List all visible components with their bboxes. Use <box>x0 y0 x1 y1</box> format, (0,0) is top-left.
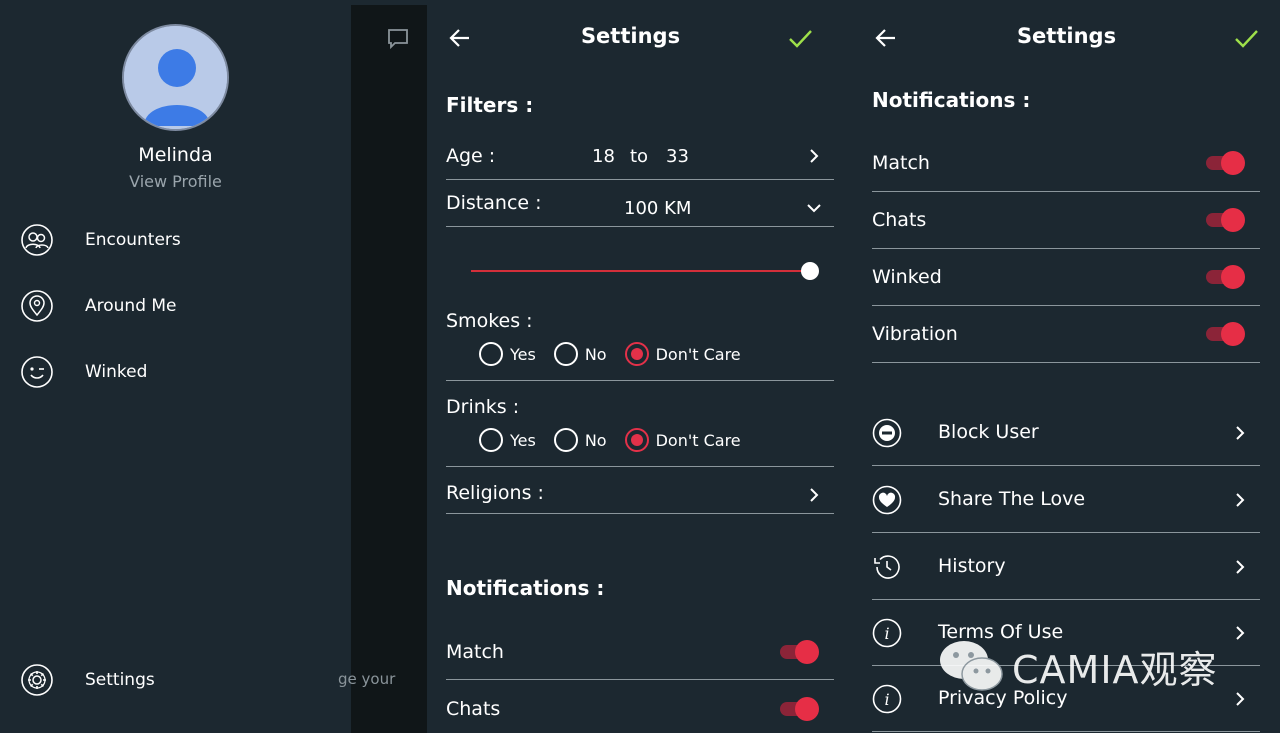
chevron-right-icon <box>1236 493 1245 507</box>
age-row[interactable]: Age : 18 to 33 <box>446 134 834 180</box>
menu-item-winked[interactable]: Winked <box>20 352 330 392</box>
chats-toggle[interactable] <box>1206 207 1245 232</box>
wink-face-icon <box>21 356 53 388</box>
toggle-knob <box>1221 151 1245 175</box>
menu-item-around-me[interactable]: Around Me <box>20 286 330 326</box>
menu-item-encounters[interactable]: Encounters <box>20 220 330 260</box>
menu-label: Encounters <box>85 230 181 250</box>
notification-label: Vibration <box>872 323 958 345</box>
toggle-knob <box>795 640 819 664</box>
page-title: Settings <box>1016 24 1117 48</box>
winked-toggle[interactable] <box>1206 264 1245 289</box>
smokes-divider <box>446 335 834 381</box>
page-title: Settings <box>580 24 681 48</box>
chevron-right-icon <box>810 488 819 502</box>
age-to: to <box>630 146 649 167</box>
watermark: CAMIA观察 <box>938 638 1218 694</box>
religions-label: Religions : <box>446 482 544 504</box>
age-label: Age : <box>446 145 496 167</box>
notification-row-vibration: Vibration <box>872 316 1260 363</box>
watermark-text: CAMIA观察 <box>1012 647 1218 692</box>
age-min: 18 <box>592 146 615 167</box>
religions-row[interactable]: Religions : <box>446 468 834 514</box>
menu-item-settings[interactable]: Settings <box>20 660 330 700</box>
toggle-knob <box>1221 265 1245 289</box>
app-bar: Settings <box>427 0 834 75</box>
location-pin-icon <box>21 290 53 322</box>
chevron-right-icon <box>1236 692 1245 706</box>
distance-slider-track[interactable] <box>471 270 809 272</box>
info-icon: i <box>872 618 902 648</box>
chevron-down-icon <box>807 204 821 213</box>
filters-header: Filters : <box>446 93 534 117</box>
match-toggle[interactable] <box>780 639 819 664</box>
toggle-knob <box>1221 208 1245 232</box>
toggle-knob <box>1221 322 1245 346</box>
notification-label: Chats <box>446 698 501 720</box>
content-overlay[interactable] <box>351 5 427 733</box>
overlay-text: ge your <box>338 670 396 688</box>
drinks-label: Drinks : <box>446 396 520 418</box>
info-icon: i <box>872 684 902 714</box>
toggle-knob <box>795 697 819 721</box>
notification-row-chats: Chats <box>872 202 1260 249</box>
settings-notifications-screen: Settings Notifications : Match Chats Win… <box>853 0 1280 733</box>
notification-row-chats: Chats <box>446 690 834 733</box>
wechat-logo-icon <box>940 641 1003 691</box>
match-toggle[interactable] <box>1206 150 1245 175</box>
chevron-right-icon <box>1236 626 1245 640</box>
user-silhouette-icon <box>124 26 227 129</box>
age-max: 33 <box>666 146 689 167</box>
notification-label: Chats <box>872 209 927 231</box>
distance-value: 100 KM <box>624 198 692 219</box>
chevron-right-icon <box>1236 560 1245 574</box>
view-profile-link[interactable]: View Profile <box>0 172 351 191</box>
notification-label: Winked <box>872 266 942 288</box>
block-user-row[interactable]: Block User <box>872 400 1260 466</box>
history-icon <box>874 555 900 579</box>
vibration-toggle[interactable] <box>1206 321 1245 346</box>
notification-row-match: Match <box>872 145 1260 192</box>
user-name: Melinda <box>138 144 213 166</box>
svg-text:i: i <box>884 624 889 643</box>
notifications-header: Notifications : <box>872 88 1031 112</box>
people-icon <box>21 224 53 256</box>
settings-filters-screen: Settings Filters : Age : 18 to 33 Distan… <box>427 0 834 733</box>
share-the-love-row[interactable]: Share The Love <box>872 467 1260 533</box>
notification-row-match: Match <box>446 633 834 680</box>
notification-label: Match <box>446 641 504 663</box>
notifications-header: Notifications : <box>446 576 605 600</box>
chevron-right-icon <box>810 149 819 163</box>
check-icon[interactable] <box>786 24 814 52</box>
distance-label: Distance : <box>446 192 542 214</box>
smokes-label: Smokes : <box>446 310 533 332</box>
svg-text:i: i <box>884 690 889 709</box>
history-row[interactable]: History <box>872 534 1260 600</box>
navigation-drawer-screen: ge your Melinda View Profile Encounters … <box>0 0 427 733</box>
distance-row[interactable]: Distance : 100 KM <box>446 181 834 227</box>
notification-row-winked: Winked <box>872 259 1260 306</box>
avatar[interactable] <box>122 24 229 131</box>
gear-icon <box>21 664 53 696</box>
chevron-right-icon <box>1236 426 1245 440</box>
app-bar: Settings <box>853 0 1280 75</box>
link-label: History <box>938 555 1006 577</box>
link-label: Block User <box>938 421 1039 443</box>
block-icon <box>872 418 902 448</box>
chat-icon[interactable] <box>386 27 410 51</box>
menu-label: Around Me <box>85 296 177 316</box>
menu-label: Settings <box>85 670 155 690</box>
menu-label: Winked <box>85 362 148 382</box>
distance-slider-thumb[interactable] <box>801 262 819 280</box>
drinks-divider <box>446 421 834 467</box>
heart-icon <box>872 485 902 515</box>
link-label: Share The Love <box>938 488 1086 510</box>
check-icon[interactable] <box>1232 24 1260 52</box>
chats-toggle[interactable] <box>780 696 819 721</box>
notification-label: Match <box>872 152 930 174</box>
